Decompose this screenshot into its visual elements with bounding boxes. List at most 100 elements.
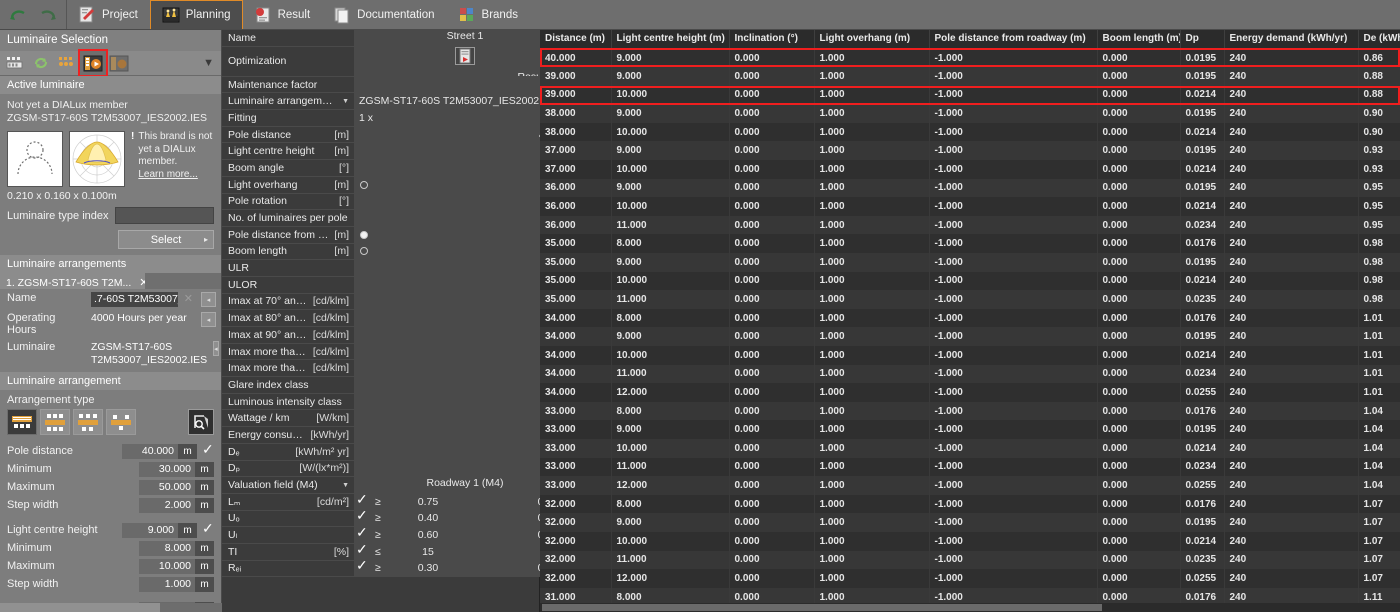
arrangement-name-input[interactable]: .7-60S T2M53007_IES2002. <box>91 292 178 307</box>
results-table-scroll[interactable]: Distance (m) Light centre height (m) Incli… <box>540 30 1400 612</box>
row-input[interactable]: 2.000 <box>139 497 195 513</box>
luminaire-group-icon[interactable] <box>54 51 80 75</box>
table-row[interactable]: 36.000 10.000 0.000 1.000 -1.000 0.000 0.0214 2… <box>540 197 1400 216</box>
street-optimizer-icon[interactable] <box>78 49 108 77</box>
luminaire-type-index-input[interactable] <box>114 207 214 224</box>
criterion-required[interactable]: 0.30 <box>397 562 459 574</box>
table-row[interactable]: 32.000 11.000 0.000 1.000 -1.000 0.000 0.0235 2… <box>540 550 1400 570</box>
twin-central-arrangement-icon[interactable] <box>106 409 136 435</box>
criterion-checkbox[interactable] <box>356 507 368 524</box>
table-row[interactable]: 32.000 9.000 0.000 1.000 -1.000 0.000 0.0195 24… <box>540 513 1400 532</box>
table-row[interactable]: 34.000 12.000 0.000 1.000 -1.000 0.000 0.0255 2… <box>540 383 1400 402</box>
row-input[interactable]: 9.000 <box>122 522 178 538</box>
table-row[interactable]: 37.000 9.000 0.000 1.000 -1.000 0.000 0.0195 24… <box>540 141 1400 161</box>
table-row[interactable]: 34.000 11.000 0.000 1.000 -1.000 0.000 0.0234 2… <box>540 364 1400 384</box>
optimize-run-icon[interactable] <box>455 46 475 65</box>
column-header[interactable]: Light overhang (m) <box>814 30 930 49</box>
valuation-field-label[interactable]: Valuation field (M4) ▼ <box>222 477 354 494</box>
criterion-checkbox[interactable] <box>356 524 368 541</box>
street-preview-zoom-icon[interactable] <box>188 409 214 435</box>
tab-result[interactable]: Result <box>243 0 323 29</box>
row-input[interactable]: 30.000 <box>139 461 195 477</box>
tab-planning[interactable]: Planning <box>149 0 243 29</box>
table-row[interactable]: 36.000 11.000 0.000 1.000 -1.000 0.000 0.0234 2… <box>540 215 1400 235</box>
table-row[interactable]: 32.000 8.000 0.000 1.000 -1.000 0.000 0.0176 24… <box>540 494 1400 514</box>
row-input[interactable]: 8.000 <box>139 540 195 556</box>
table-row[interactable]: 35.000 8.000 0.000 1.000 -1.000 0.000 0.0176 24… <box>540 234 1400 254</box>
staggered-arrangement-icon[interactable] <box>73 409 103 435</box>
table-row[interactable]: 38.000 9.000 0.000 1.000 -1.000 0.000 0.0195 24… <box>540 104 1400 123</box>
table-row[interactable]: 34.000 8.000 0.000 1.000 -1.000 0.000 0.0176 24… <box>540 308 1400 328</box>
row-input[interactable]: 40.000 <box>122 443 178 459</box>
row-checkbox[interactable] <box>202 520 214 537</box>
close-icon[interactable]: ✕ <box>139 276 145 289</box>
luminaire-filter-combo[interactable]: ▼ <box>136 51 219 75</box>
column-header[interactable]: Pole distance from roadway (m) <box>929 30 1098 49</box>
column-header[interactable]: Light centre height (m) <box>611 30 730 49</box>
row-input[interactable]: 50.000 <box>139 479 195 495</box>
criterion-required[interactable]: 0.60 <box>397 529 459 541</box>
column-header[interactable]: De (kWh/m² yr) <box>1358 30 1400 49</box>
operating-hours-value[interactable]: 4000 Hours per year <box>91 312 195 325</box>
table-row[interactable]: 33.000 8.000 0.000 1.000 -1.000 0.000 0.0176 24… <box>540 401 1400 421</box>
column-header[interactable]: Inclination (°) <box>729 30 815 49</box>
operating-hours-stepper[interactable]: ◂ <box>201 312 216 327</box>
refresh-icon[interactable] <box>28 51 54 75</box>
arrangement-tab-1[interactable]: 1. ZGSM-ST17-60S T2M... ✕ <box>0 273 145 289</box>
radio-button[interactable] <box>360 180 368 189</box>
criterion-required[interactable]: 0.75 <box>397 496 459 508</box>
table-row[interactable]: 35.000 11.000 0.000 1.000 -1.000 0.000 0.0235 2… <box>540 290 1400 309</box>
row-input[interactable]: 1.000 <box>139 576 195 592</box>
criterion-checkbox[interactable] <box>356 557 368 574</box>
single-row-arrangement-icon[interactable] <box>7 409 37 435</box>
luminaire-list-icon[interactable] <box>2 51 28 75</box>
luminaire-value[interactable]: ZGSM-ST17-60S T2M53007_IES2002.IES <box>91 341 207 366</box>
select-button[interactable]: Select ▸ <box>118 230 214 249</box>
clear-icon[interactable]: ✕ <box>184 292 195 305</box>
label-text: Boom length <box>228 245 287 258</box>
table-row[interactable]: 39.000 10.000 0.000 1.000 -1.000 0.000 0.0214 2… <box>540 85 1400 105</box>
table-row[interactable]: 34.000 9.000 0.000 1.000 -1.000 0.000 0.0195 24… <box>540 327 1400 346</box>
column-header[interactable]: Dp <box>1180 30 1225 49</box>
row-input[interactable]: 10.000 <box>139 558 195 574</box>
table-row[interactable]: 34.000 10.000 0.000 1.000 -1.000 0.000 0.0214 2… <box>540 346 1400 365</box>
table-row[interactable]: 32.000 12.000 0.000 1.000 -1.000 0.000 0.0255 2… <box>540 569 1400 588</box>
left-panel-hscroll-thumb[interactable] <box>0 603 160 612</box>
table-row[interactable]: 35.000 10.000 0.000 1.000 -1.000 0.000 0.0214 2… <box>540 271 1400 291</box>
table-row[interactable]: 39.000 9.000 0.000 1.000 -1.000 0.000 0.0195 24… <box>540 67 1400 86</box>
table-row[interactable]: 36.000 9.000 0.000 1.000 -1.000 0.000 0.0195 24… <box>540 178 1400 198</box>
table-row[interactable]: 33.000 11.000 0.000 1.000 -1.000 0.000 0.0234 2… <box>540 457 1400 477</box>
tab-project[interactable]: Project <box>67 0 150 29</box>
column-header[interactable]: Distance (m) <box>540 30 612 49</box>
left-panel-hscrollbar[interactable] <box>0 603 222 612</box>
criterion-checkbox[interactable] <box>356 541 368 558</box>
redo-icon[interactable] <box>38 7 58 23</box>
tab-documentation[interactable]: Documentation <box>322 0 446 29</box>
column-header[interactable]: Energy demand (kWh/yr) <box>1224 30 1359 49</box>
undo-icon[interactable] <box>8 7 28 23</box>
column-header[interactable]: Boom length (m) <box>1097 30 1181 49</box>
criterion-checkbox[interactable] <box>356 491 368 508</box>
table-row[interactable]: 32.000 10.000 0.000 1.000 -1.000 0.000 0.0214 2… <box>540 531 1400 551</box>
table-row[interactable]: 35.000 9.000 0.000 1.000 -1.000 0.000 0.0195 24… <box>540 253 1400 272</box>
table-row[interactable]: 33.000 9.000 0.000 1.000 -1.000 0.000 0.0195 24… <box>540 420 1400 439</box>
street-scene-icon[interactable] <box>106 51 132 75</box>
arrangement-name-stepper[interactable]: ◂ <box>201 292 216 307</box>
results-hscroll-thumb[interactable] <box>542 604 1102 611</box>
results-hscrollbar[interactable] <box>540 603 1400 612</box>
radio-button[interactable] <box>360 230 368 239</box>
table-row[interactable]: 37.000 10.000 0.000 1.000 -1.000 0.000 0.0214 2… <box>540 160 1400 179</box>
opposite-arrangement-icon[interactable] <box>40 409 70 435</box>
arrangement-combo-label[interactable]: Luminaire arrangement 1 ▼ <box>222 93 354 111</box>
tab-brands[interactable]: Brands <box>447 0 530 29</box>
table-row[interactable]: 40.000 9.000 0.000 1.000 -1.000 0.000 0.0195 24… <box>540 48 1400 68</box>
row-checkbox[interactable] <box>202 441 214 458</box>
criterion-required[interactable]: 15 <box>397 546 459 558</box>
learn-more-link[interactable]: Learn more... <box>138 169 197 180</box>
table-row[interactable]: 33.000 10.000 0.000 1.000 -1.000 0.000 0.0214 2… <box>540 438 1400 458</box>
radio-button[interactable] <box>360 247 368 256</box>
criterion-required[interactable]: 0.40 <box>397 512 459 524</box>
luminaire-stepper[interactable]: ◂ <box>213 341 219 356</box>
table-row[interactable]: 33.000 12.000 0.000 1.000 -1.000 0.000 0.0255 2… <box>540 476 1400 495</box>
table-row[interactable]: 38.000 10.000 0.000 1.000 -1.000 0.000 0.0214 2… <box>540 122 1400 142</box>
